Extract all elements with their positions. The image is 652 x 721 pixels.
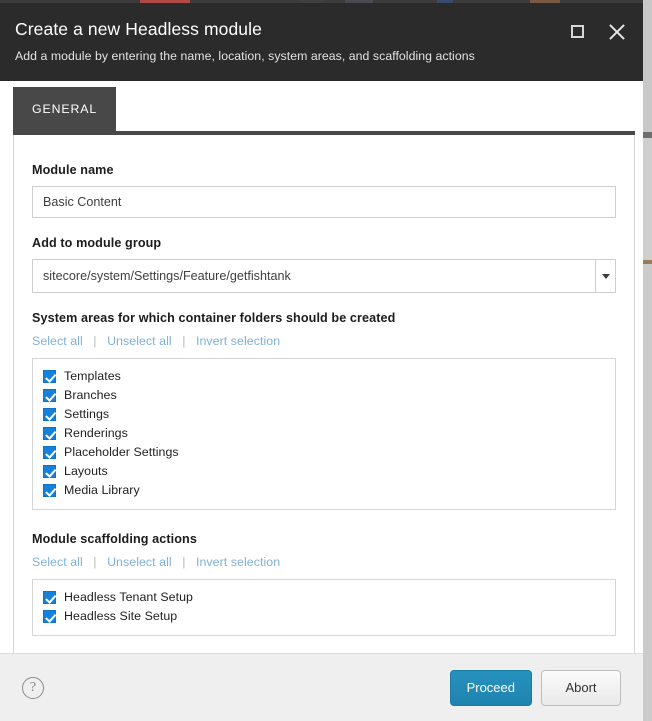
- close-button[interactable]: [605, 19, 629, 43]
- checkbox-branches[interactable]: [43, 389, 56, 402]
- checkbox-settings[interactable]: [43, 408, 56, 421]
- module-group-label: Add to module group: [32, 236, 162, 250]
- scaffolding-actions-links: Select all | Unselect all | Invert selec…: [32, 555, 616, 569]
- system-areas-invert-selection-link[interactable]: Invert selection: [196, 334, 280, 348]
- screen: Create a new Headless module Add a modul…: [0, 0, 652, 721]
- create-module-dialog: Create a new Headless module Add a modul…: [0, 3, 643, 721]
- checkbox-row-settings[interactable]: Settings: [43, 405, 605, 424]
- checkbox-label: Renderings: [64, 426, 128, 440]
- chevron-down-icon: [601, 273, 610, 279]
- system-areas-title: System areas for which container folders…: [32, 311, 396, 325]
- checkbox-label: Settings: [64, 407, 110, 421]
- help-icon[interactable]: ?: [22, 676, 44, 699]
- link-separator: |: [93, 555, 97, 569]
- module-name-field-block: Module name: [32, 163, 616, 218]
- checkbox-headless-site-setup[interactable]: [43, 610, 56, 623]
- system-areas-unselect-all-link[interactable]: Unselect all: [107, 334, 172, 348]
- checkbox-placeholder-settings[interactable]: [43, 446, 56, 459]
- link-separator: |: [93, 334, 97, 348]
- link-separator: |: [182, 334, 186, 348]
- abort-button[interactable]: Abort: [541, 669, 621, 706]
- checkbox-row-branches[interactable]: Branches: [43, 386, 605, 405]
- checkbox-label: Templates: [64, 369, 121, 383]
- module-group-input[interactable]: [32, 259, 595, 293]
- module-group-field-block: Add to module group: [32, 236, 616, 293]
- dialog-title: Create a new Headless module: [15, 19, 262, 39]
- system-areas-listbox: Templates Branches Settings Renderings P…: [32, 358, 616, 510]
- maximize-button[interactable]: [565, 19, 589, 43]
- checkbox-label: Media Library: [64, 483, 140, 497]
- checkbox-row-placeholder-settings[interactable]: Placeholder Settings: [43, 443, 605, 462]
- dialog-body: GENERAL Module name Add to module group: [0, 81, 643, 721]
- close-icon: [608, 22, 626, 40]
- checkbox-templates[interactable]: [43, 370, 56, 383]
- module-group-dropdown-button[interactable]: [595, 259, 616, 293]
- checkbox-label: Headless Tenant Setup: [64, 590, 193, 604]
- window-controls: [565, 19, 629, 43]
- maximize-icon: [570, 24, 584, 38]
- checkbox-layouts[interactable]: [43, 465, 56, 478]
- bg-strip-segment: [643, 138, 652, 260]
- checkbox-label: Placeholder Settings: [64, 445, 179, 459]
- dialog-titlebar: Create a new Headless module Add a modul…: [0, 3, 643, 81]
- scaffolding-select-all-link[interactable]: Select all: [32, 555, 83, 569]
- scaffolding-unselect-all-link[interactable]: Unselect all: [107, 555, 172, 569]
- scaffolding-invert-selection-link[interactable]: Invert selection: [196, 555, 280, 569]
- checkbox-row-media-library[interactable]: Media Library: [43, 481, 605, 500]
- proceed-button[interactable]: Proceed: [449, 669, 532, 706]
- checkbox-renderings[interactable]: [43, 427, 56, 440]
- module-name-label: Module name: [32, 163, 114, 177]
- dialog-footer: ? Proceed Abort: [0, 653, 643, 721]
- checkbox-row-layouts[interactable]: Layouts: [43, 462, 605, 481]
- link-separator: |: [182, 555, 186, 569]
- tabstrip: GENERAL: [0, 81, 643, 135]
- scaffolding-actions-title: Module scaffolding actions: [32, 532, 197, 546]
- checkbox-label: Layouts: [64, 464, 108, 478]
- system-areas-section: System areas for which container folders…: [32, 311, 616, 510]
- checkbox-row-headless-site-setup[interactable]: Headless Site Setup: [43, 607, 605, 626]
- system-areas-select-all-link[interactable]: Select all: [32, 334, 83, 348]
- checkbox-label: Branches: [64, 388, 117, 402]
- system-areas-links: Select all | Unselect all | Invert selec…: [32, 334, 616, 348]
- general-panel: Module name Add to module group Syste: [13, 135, 635, 721]
- background-page-right-strip: [643, 0, 652, 721]
- module-group-combobox: [32, 259, 616, 293]
- tab-general[interactable]: GENERAL: [13, 87, 117, 131]
- checkbox-headless-tenant-setup[interactable]: [43, 591, 56, 604]
- dialog-subtitle: Add a module by entering the name, locat…: [15, 49, 475, 63]
- checkbox-row-headless-tenant-setup[interactable]: Headless Tenant Setup: [43, 588, 605, 607]
- checkbox-media-library[interactable]: [43, 484, 56, 497]
- checkbox-row-templates[interactable]: Templates: [43, 367, 605, 386]
- checkbox-row-renderings[interactable]: Renderings: [43, 424, 605, 443]
- scaffolding-actions-section: Module scaffolding actions Select all | …: [32, 532, 616, 636]
- bg-strip-segment: [643, 264, 652, 721]
- module-name-input[interactable]: [32, 186, 616, 218]
- bg-strip-segment: [643, 0, 652, 132]
- scaffolding-actions-listbox: Headless Tenant Setup Headless Site Setu…: [32, 579, 616, 636]
- checkbox-label: Headless Site Setup: [64, 609, 178, 623]
